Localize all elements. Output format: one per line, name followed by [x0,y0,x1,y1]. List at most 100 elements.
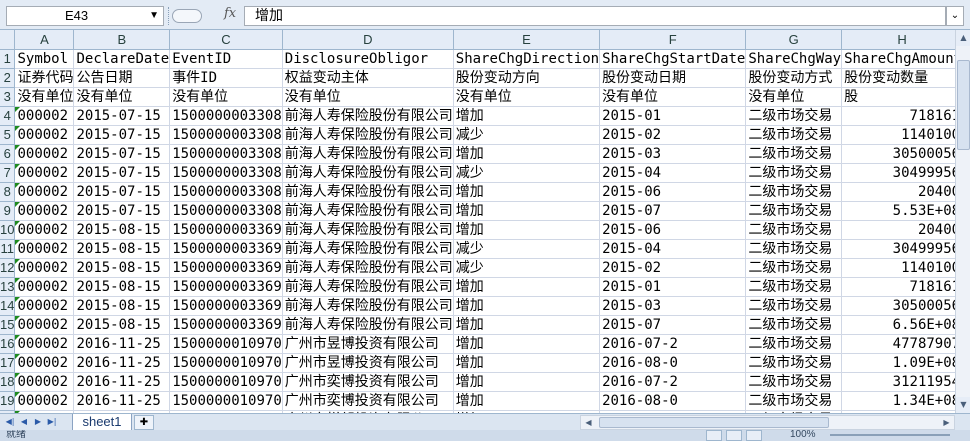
cell-f19[interactable]: 2016-08-0 [599,391,747,411]
cell-e3[interactable]: 没有单位 [453,87,601,107]
row-header[interactable]: 8 [0,182,16,202]
cell-b17[interactable]: 2016-11-25 [73,353,171,373]
cell-c12[interactable]: 1500000003369 [169,258,283,278]
row-header[interactable]: 12 [0,258,16,278]
cell-f4[interactable]: 2015-01 [599,106,747,126]
cell-c1[interactable]: EventID [169,49,283,69]
cell-d14[interactable]: 前海人寿保险股份有限公司 [282,296,454,316]
cell-h9[interactable]: 5.53E+08 [841,201,955,221]
cell-c19[interactable]: 1500000010970 [169,391,283,411]
cell-c9[interactable]: 1500000003308 [169,201,283,221]
cell-b18[interactable]: 2016-11-25 [73,372,171,392]
cell-d11[interactable]: 前海人寿保险股份有限公司 [282,239,454,259]
row-header[interactable]: 5 [0,125,16,145]
cell-g3[interactable]: 没有单位 [745,87,843,107]
cell-d3[interactable]: 没有单位 [282,87,454,107]
page-break-view-icon[interactable] [746,430,762,441]
tab-sheet1[interactable]: sheet1 [72,414,132,431]
cell-e8[interactable]: 增加 [453,182,601,202]
cell-e15[interactable]: 增加 [453,315,601,335]
cell-g17[interactable]: 二级市场交易 [745,353,843,373]
cell-c4[interactable]: 1500000003308 [169,106,283,126]
row-header[interactable]: 19 [0,391,16,411]
cell-h17[interactable]: 1.09E+08 [841,353,955,373]
cell-e16[interactable]: 增加 [453,334,601,354]
cell-e14[interactable]: 增加 [453,296,601,316]
worksheet-grid[interactable]: ABCDEFGHIJKL 1SymbolDeclareDateEventIDDi… [0,30,955,413]
cell-d4[interactable]: 前海人寿保险股份有限公司 [282,106,454,126]
cell-d9[interactable]: 前海人寿保险股份有限公司 [282,201,454,221]
cell-b10[interactable]: 2015-08-15 [73,220,171,240]
cell-a2[interactable]: 证券代码 [14,68,75,88]
column-header-g[interactable]: G [745,30,843,50]
cell-b4[interactable]: 2015-07-15 [73,106,171,126]
cell-g16[interactable]: 二级市场交易 [745,334,843,354]
cell-g9[interactable]: 二级市场交易 [745,201,843,221]
column-header-e[interactable]: E [453,30,601,50]
cell-d5[interactable]: 前海人寿保险股份有限公司 [282,125,454,145]
cell-f9[interactable]: 2015-07 [599,201,747,221]
cell-e12[interactable]: 减少 [453,258,601,278]
cell-h7[interactable]: 30499956 [841,163,955,183]
row-header[interactable]: 2 [0,68,16,88]
cell-h4[interactable]: 718161 [841,106,955,126]
cell-f7[interactable]: 2015-04 [599,163,747,183]
cell-f12[interactable]: 2015-02 [599,258,747,278]
cell-g14[interactable]: 二级市场交易 [745,296,843,316]
cell-e6[interactable]: 增加 [453,144,601,164]
cell-b16[interactable]: 2016-11-25 [73,334,171,354]
name-box[interactable]: E43 ▼ [6,6,164,26]
cell-c6[interactable]: 1500000003308 [169,144,283,164]
cell-h19[interactable]: 1.34E+08 [841,391,955,411]
formula-cancel-icon[interactable] [172,9,202,23]
first-sheet-icon[interactable]: ◀| [4,416,16,428]
row-header[interactable]: 16 [0,334,16,354]
cell-e1[interactable]: ShareChgDirection [453,49,601,69]
cell-b2[interactable]: 公告日期 [73,68,171,88]
cell-d16[interactable]: 广州市昱博投资有限公司 [282,334,454,354]
cell-a8[interactable]: 000002 [14,182,75,202]
vertical-scrollbar[interactable]: ▲ ▼ [955,30,970,413]
fx-icon[interactable]: fx [224,6,236,21]
cell-b5[interactable]: 2015-07-15 [73,125,171,145]
cell-g18[interactable]: 二级市场交易 [745,372,843,392]
cell-e4[interactable]: 增加 [453,106,601,126]
cell-c18[interactable]: 1500000010970 [169,372,283,392]
cell-a7[interactable]: 000002 [14,163,75,183]
cell-d1[interactable]: DisclosureObligor [282,49,454,69]
cell-b11[interactable]: 2015-08-15 [73,239,171,259]
cell-e7[interactable]: 减少 [453,163,601,183]
cell-a5[interactable]: 000002 [14,125,75,145]
cell-d10[interactable]: 前海人寿保险股份有限公司 [282,220,454,240]
cell-g19[interactable]: 二级市场交易 [745,391,843,411]
cell-h3[interactable]: 股 [841,87,955,107]
column-header-a[interactable]: A [14,30,75,50]
cell-a1[interactable]: Symbol [14,49,75,69]
cell-b6[interactable]: 2015-07-15 [73,144,171,164]
cell-b9[interactable]: 2015-07-15 [73,201,171,221]
cell-g7[interactable]: 二级市场交易 [745,163,843,183]
row-header[interactable]: 13 [0,277,16,297]
row-header[interactable]: 17 [0,353,16,373]
next-sheet-icon[interactable]: ▶ [32,416,44,428]
scroll-left-icon[interactable]: ◀ [581,416,596,429]
horizontal-scrollbar[interactable]: ◀ ▶ [580,415,955,430]
cell-d6[interactable]: 前海人寿保险股份有限公司 [282,144,454,164]
cell-f13[interactable]: 2015-01 [599,277,747,297]
horizontal-scroll-thumb[interactable] [599,417,829,428]
insert-sheet-icon[interactable]: ✚ [134,415,154,430]
cell-e17[interactable]: 增加 [453,353,601,373]
worksheet-table[interactable]: ABCDEFGHIJKL 1SymbolDeclareDateEventIDDi… [0,30,955,413]
cell-g1[interactable]: ShareChgWay [745,49,843,69]
zoom-slider[interactable] [830,434,950,436]
cell-f1[interactable]: ShareChgStartDate [599,49,747,69]
cell-e18[interactable]: 增加 [453,372,601,392]
cell-a10[interactable]: 000002 [14,220,75,240]
row-header[interactable]: 3 [0,87,16,107]
cell-e19[interactable]: 增加 [453,391,601,411]
cell-a6[interactable]: 000002 [14,144,75,164]
cell-c7[interactable]: 1500000003308 [169,163,283,183]
cell-e11[interactable]: 减少 [453,239,601,259]
cell-f16[interactable]: 2016-07-2 [599,334,747,354]
cell-g4[interactable]: 二级市场交易 [745,106,843,126]
